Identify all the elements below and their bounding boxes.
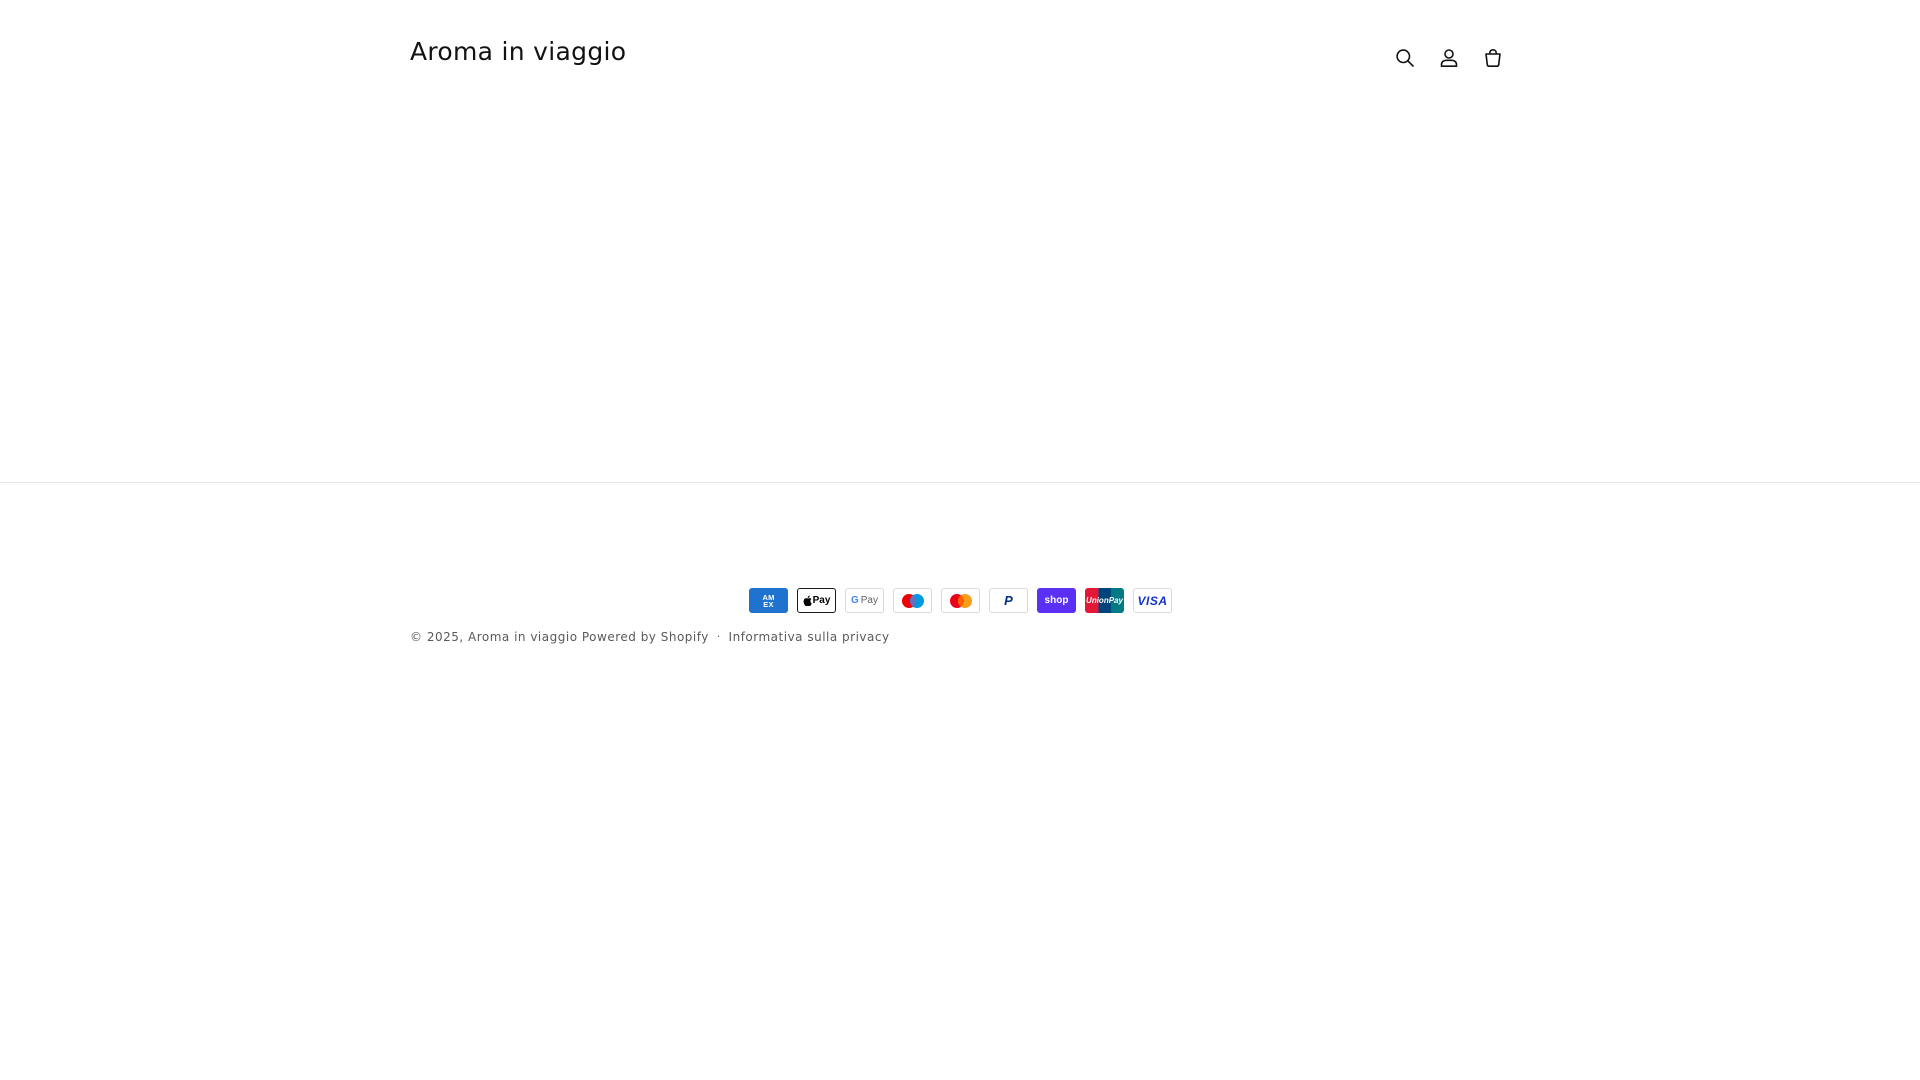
- mastercard-circles-icon: [949, 593, 972, 608]
- store-logo-link[interactable]: Aroma in viaggio: [410, 37, 626, 66]
- account-button[interactable]: [1427, 36, 1471, 80]
- google-pay-icon: G Pay: [845, 588, 884, 613]
- unionpay-icon: UnionPay: [1085, 588, 1124, 613]
- footer-separator: ·: [716, 631, 721, 643]
- unionpay-label: UnionPay: [1086, 596, 1123, 605]
- site-header: Aroma in viaggio: [0, 0, 1920, 116]
- amex-label-bottom: EX: [763, 599, 774, 609]
- cart-button[interactable]: [1471, 36, 1515, 80]
- copyright-prefix: © 2025,: [410, 630, 464, 644]
- apple-pay-icon: Pay: [797, 588, 836, 613]
- visa-label: VISA: [1137, 593, 1168, 608]
- account-icon: [1440, 49, 1458, 67]
- visa-icon: VISA: [1133, 588, 1172, 613]
- maestro-circles-icon: [901, 593, 924, 608]
- mastercard-icon: [941, 588, 980, 613]
- footer-copyright: © 2025, Aroma in viaggio Powered by Shop…: [410, 630, 890, 644]
- search-icon: [1396, 49, 1414, 67]
- payment-methods-list: AM EX Pay G Pay P shop UnionPay VISA: [749, 588, 1172, 613]
- powered-by-shopify-link[interactable]: Powered by Shopify: [582, 630, 709, 644]
- paypal-icon: P: [989, 588, 1028, 613]
- site-footer: AM EX Pay G Pay P shop UnionPay VISA © 2…: [0, 482, 1920, 1080]
- apple-pay-label: Pay: [812, 595, 831, 606]
- search-button[interactable]: [1383, 36, 1427, 80]
- paypal-label: P: [1004, 593, 1013, 608]
- shop-pay-label: shop: [1044, 595, 1069, 606]
- store-name-link[interactable]: Aroma in viaggio: [468, 630, 578, 644]
- apple-logo-icon: [803, 595, 812, 606]
- google-g-label: G: [850, 595, 859, 606]
- header-icons: [1383, 36, 1515, 80]
- shop-pay-icon: shop: [1037, 588, 1076, 613]
- cart-icon: [1485, 48, 1501, 67]
- google-pay-label: Pay: [860, 595, 878, 606]
- american-express-icon: AM EX: [749, 588, 788, 613]
- maestro-icon: [893, 588, 932, 613]
- privacy-policy-link[interactable]: Informativa sulla privacy: [729, 630, 890, 644]
- main-content: [0, 116, 1920, 482]
